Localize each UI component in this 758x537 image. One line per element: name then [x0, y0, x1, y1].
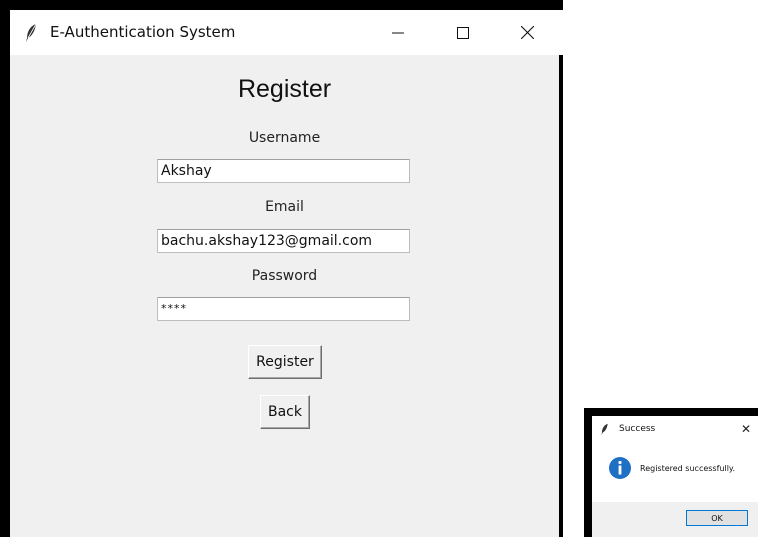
ok-button[interactable]: OK — [686, 510, 748, 526]
title-bar[interactable]: E-Authentication System — [10, 10, 563, 55]
main-window: E-Authentication System Register Usernam… — [0, 0, 563, 537]
minimize-icon — [391, 32, 404, 33]
back-button[interactable]: Back — [260, 395, 310, 429]
dialog-title: Success — [619, 424, 656, 434]
dialog-title-bar[interactable]: Success ✕ — [592, 416, 758, 443]
feather-icon — [601, 423, 608, 436]
dialog-footer: OK — [592, 502, 758, 537]
dialog-message: Registered successfully. — [640, 464, 736, 473]
close-icon[interactable]: ✕ — [741, 422, 751, 436]
dialog-body: Registered successfully. — [592, 443, 758, 502]
maximize-button[interactable] — [440, 10, 485, 55]
window-title: E-Authentication System — [50, 23, 236, 41]
page-title: Register — [237, 75, 332, 103]
username-label: Username — [248, 130, 321, 146]
close-icon — [521, 26, 534, 39]
maximize-icon — [456, 26, 469, 39]
minimize-button[interactable] — [375, 10, 420, 55]
password-input[interactable]: **** — [157, 297, 410, 321]
register-button[interactable]: Register — [248, 345, 322, 379]
success-dialog: Success ✕ Registered successfully. OK — [584, 408, 758, 537]
email-label: Email — [265, 199, 304, 215]
username-input[interactable]: Akshay — [157, 159, 410, 183]
register-form: Register Username Akshay Email bachu.aks… — [10, 55, 559, 537]
feather-icon — [26, 23, 37, 42]
close-button[interactable] — [505, 10, 550, 55]
email-input[interactable]: bachu.akshay123@gmail.com — [157, 229, 410, 253]
password-label: Password — [251, 268, 318, 284]
info-icon — [609, 457, 631, 479]
